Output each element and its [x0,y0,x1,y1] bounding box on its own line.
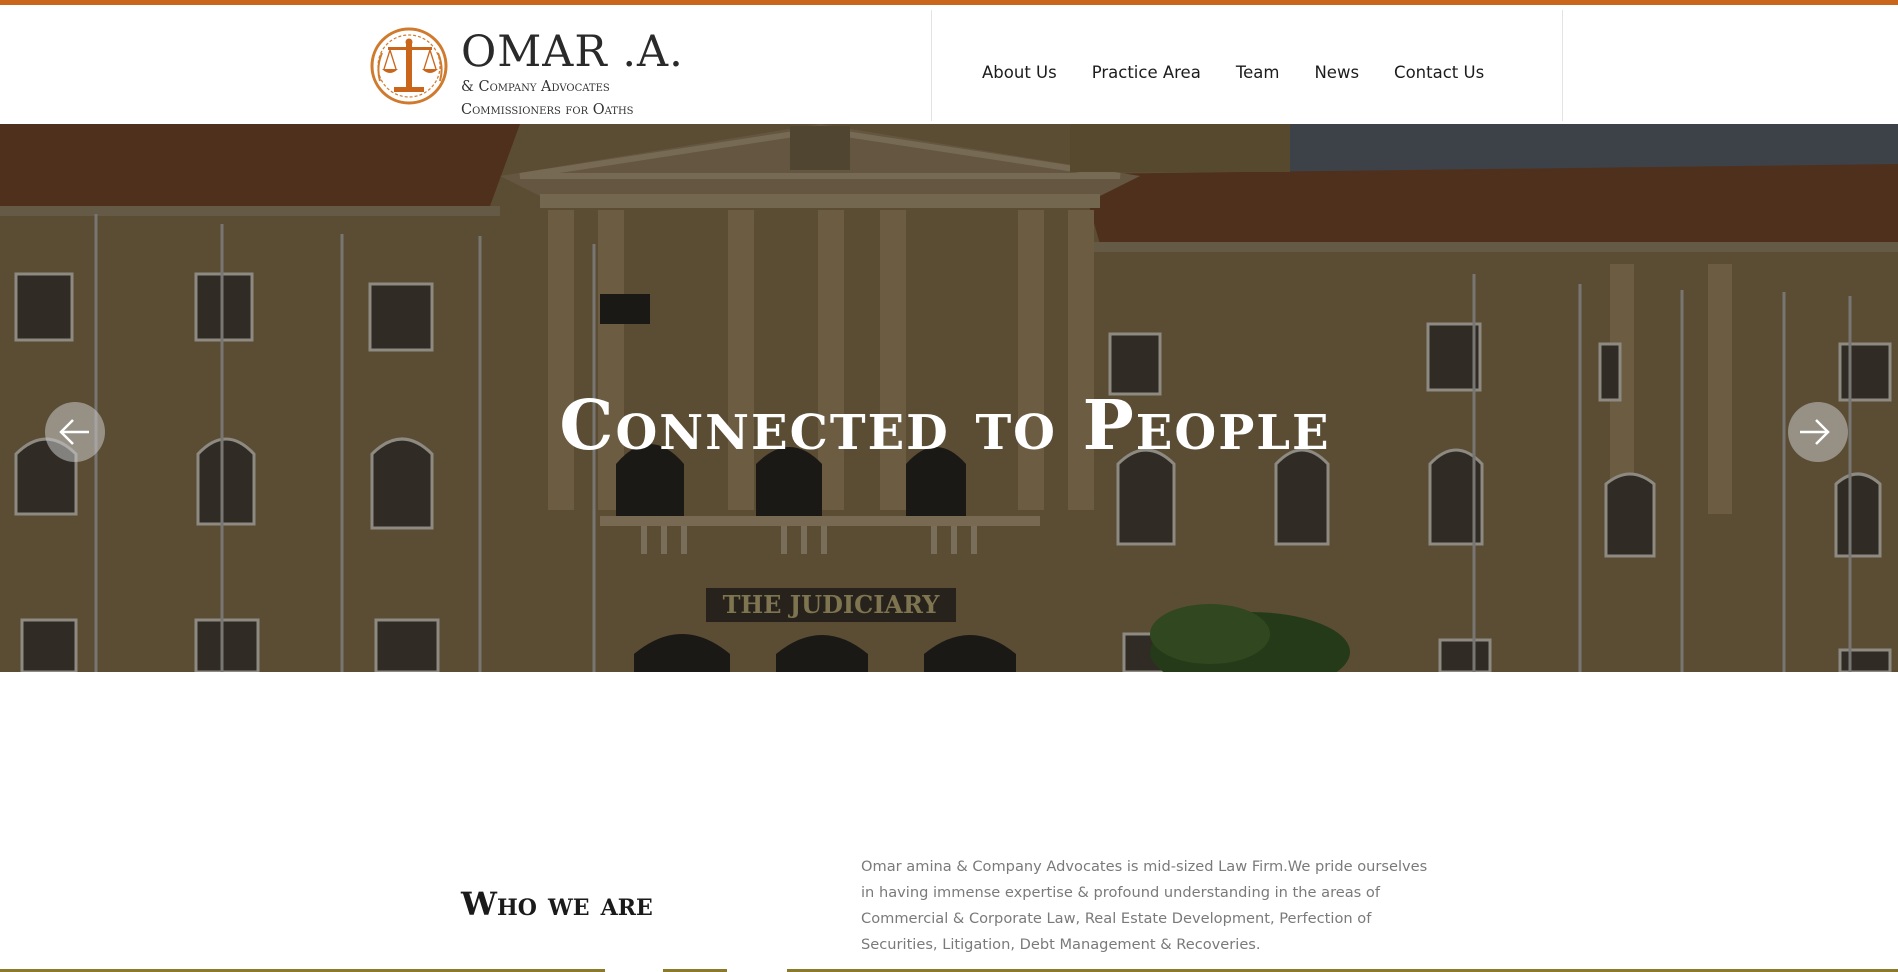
slider-next-button[interactable] [1788,402,1848,462]
scales-of-justice-icon [370,27,448,105]
nav-item-team[interactable]: Team [1236,63,1280,82]
main-nav: About Us Practice Area Team News Contact… [982,63,1484,82]
nav-item-about-us[interactable]: About Us [982,63,1057,82]
hero-slider: THE JUDICIARY Connected to People [0,124,1898,672]
nav-item-practice-area[interactable]: Practice Area [1092,63,1201,82]
nav-item-contact-us[interactable]: Contact Us [1394,63,1484,82]
nav-item-news[interactable]: News [1314,63,1359,82]
section-title: Who we are [461,885,653,923]
nav-divider [931,10,932,121]
arrow-right-icon [1800,419,1830,445]
bottom-divider-gap [605,968,663,972]
logo[interactable]: OMAR .A. & Company Advocates Commissione… [368,25,688,125]
logo-tagline: Commissioners for Oaths [461,102,634,118]
nav-divider [1562,10,1563,121]
about-paragraph: Omar amina & Company Advocates is mid-si… [861,858,1428,953]
arrow-left-icon [59,419,89,445]
slider-prev-button[interactable] [45,402,105,462]
logo-subtitle: & Company Advocates [461,79,610,95]
logo-firm-name: OMAR .A. [461,27,684,77]
site-header: OMAR .A. & Company Advocates Commissione… [0,5,1898,124]
hero-title: Connected to People [559,386,1331,466]
bottom-divider-gap [727,968,787,972]
